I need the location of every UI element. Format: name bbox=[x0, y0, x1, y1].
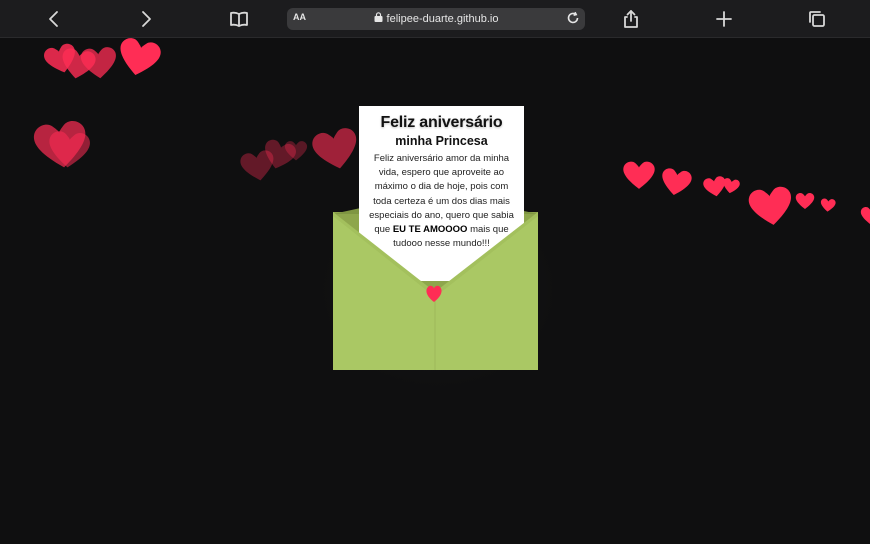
envelope-front bbox=[333, 212, 538, 370]
plus-icon[interactable] bbox=[711, 6, 737, 32]
book-icon[interactable] bbox=[226, 6, 252, 32]
tabs-icon[interactable] bbox=[804, 6, 830, 32]
letter-subtitle: minha Princesa bbox=[395, 134, 488, 148]
heart-icon bbox=[622, 160, 656, 191]
heart-icon bbox=[658, 165, 695, 199]
heart-icon bbox=[860, 206, 870, 226]
address-bar[interactable]: AA felipee-duarte.github.io bbox=[287, 8, 585, 30]
share-icon[interactable] bbox=[618, 6, 644, 32]
heart-icon bbox=[284, 140, 308, 162]
letter-title: Feliz aniversário bbox=[380, 114, 503, 131]
chevron-right-icon[interactable] bbox=[133, 6, 159, 32]
heart-icon bbox=[79, 44, 120, 81]
heart-icon bbox=[721, 177, 742, 196]
heart-icon bbox=[308, 123, 364, 175]
heart-icon bbox=[795, 192, 815, 210]
heart-icon bbox=[819, 197, 836, 213]
lock-icon bbox=[374, 12, 383, 25]
browser-toolbar: AA felipee-duarte.github.io bbox=[0, 0, 870, 38]
chevron-left-icon[interactable] bbox=[41, 6, 67, 32]
url-text: felipee-duarte.github.io bbox=[386, 12, 499, 25]
reload-icon[interactable] bbox=[566, 11, 580, 28]
heart-icon bbox=[113, 34, 164, 82]
heart-icon bbox=[45, 128, 92, 171]
heart-icon bbox=[745, 183, 796, 230]
